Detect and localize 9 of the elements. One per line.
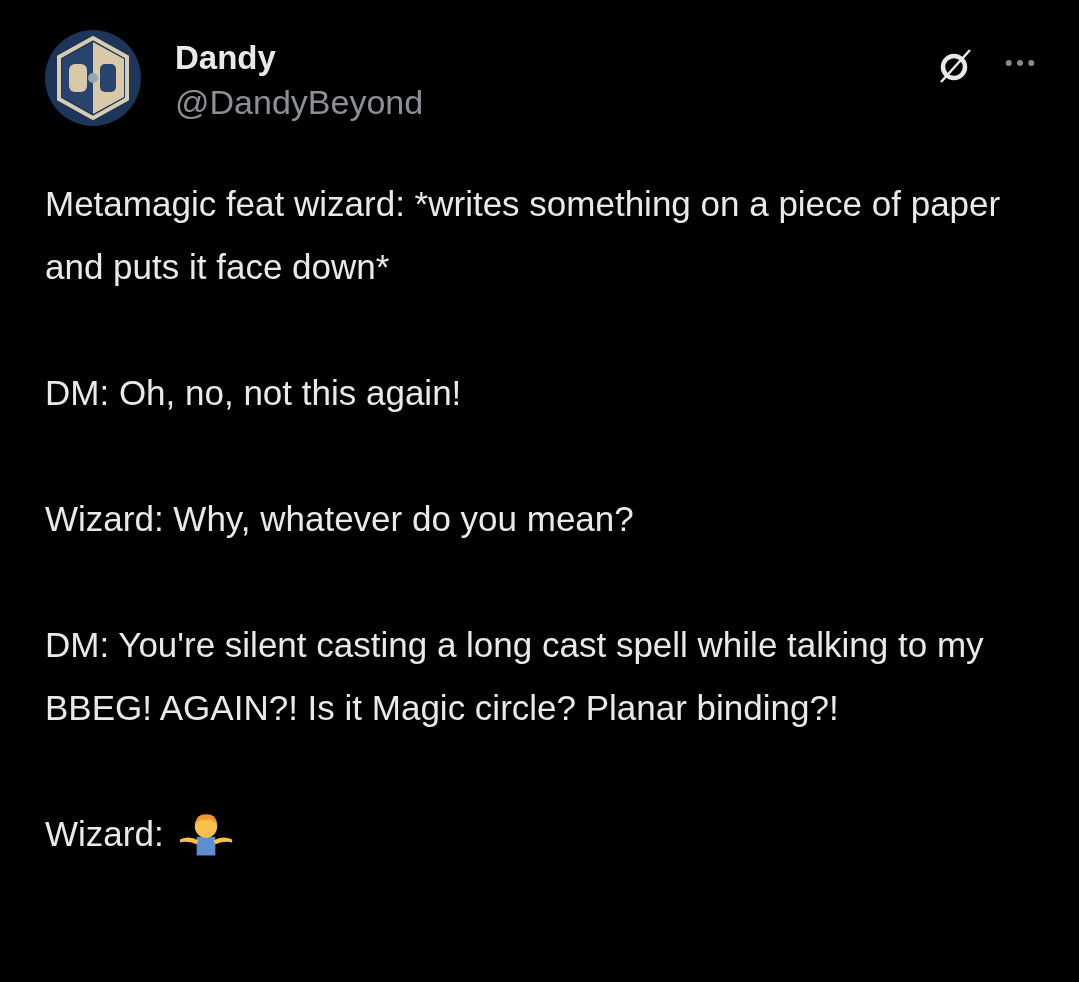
author-handle[interactable]: @DandyBeyond [175,80,935,124]
shrugging-figure-icon [177,811,234,856]
tweet-paragraph: DM: You're silent casting a long cast spell while talking to my BBEG! AGAIN?! Is it Magic circle? Planar binding?! [45,624,985,729]
more-icon[interactable] [1005,58,1035,68]
tweet-paragraph: Wizard: Why, whatever do you mean? [45,498,635,540]
tweet-paragraph: DM: Oh, no, not this again! [45,372,463,414]
tweet-paragraph: Metamagic feat wizard: *writes something on a piece of paper and puts it face down* [45,183,1002,288]
tweet-paragraph: Wizard: [45,813,164,855]
author-name[interactable]: Dandy [175,36,935,80]
